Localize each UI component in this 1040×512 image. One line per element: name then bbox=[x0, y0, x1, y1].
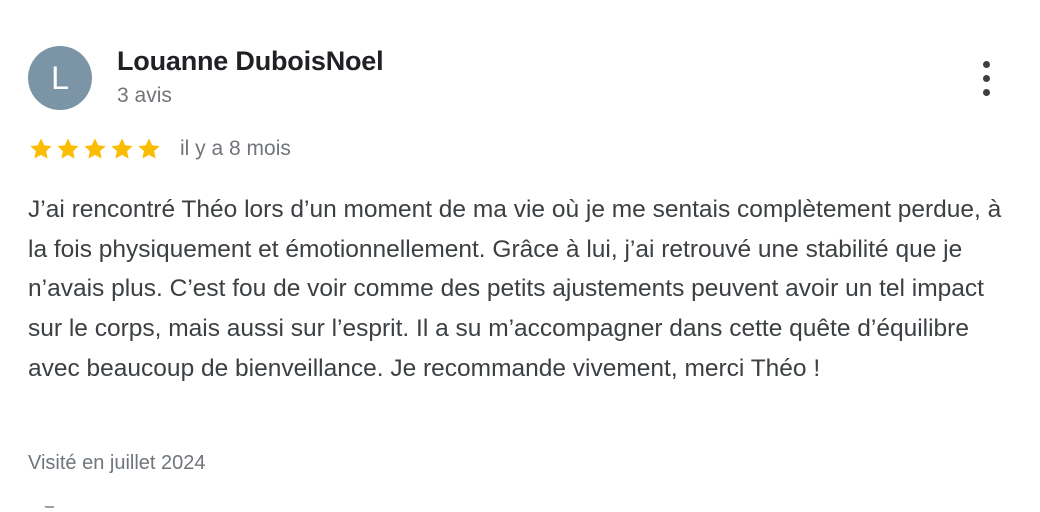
more-vert-icon-dot bbox=[982, 74, 990, 82]
more-vert-icon bbox=[982, 60, 990, 68]
more-options-button[interactable] bbox=[968, 56, 1004, 100]
star-icon bbox=[84, 138, 106, 159]
partial-icon bbox=[44, 506, 54, 512]
more-vert-icon-dot bbox=[982, 88, 990, 96]
star-icon bbox=[138, 138, 160, 159]
author-name[interactable]: Louanne DuboisNoel bbox=[117, 46, 384, 77]
review-text: J’ai rencontré Théo lors d’un moment de … bbox=[28, 196, 1002, 382]
review-time: il y a 8 mois bbox=[180, 137, 291, 160]
avatar-initial: L bbox=[51, 59, 69, 96]
star-icon bbox=[57, 138, 79, 159]
visit-date: Visité en juillet 2024 bbox=[28, 452, 206, 474]
star-icon bbox=[30, 138, 52, 159]
review-count: 3 avis bbox=[117, 84, 172, 107]
avatar[interactable]: L bbox=[28, 46, 92, 110]
star-icon bbox=[111, 138, 133, 159]
review-card: L Louanne DuboisNoel 3 avis il y a 8 moi… bbox=[0, 0, 1040, 512]
star-rating bbox=[28, 134, 162, 164]
